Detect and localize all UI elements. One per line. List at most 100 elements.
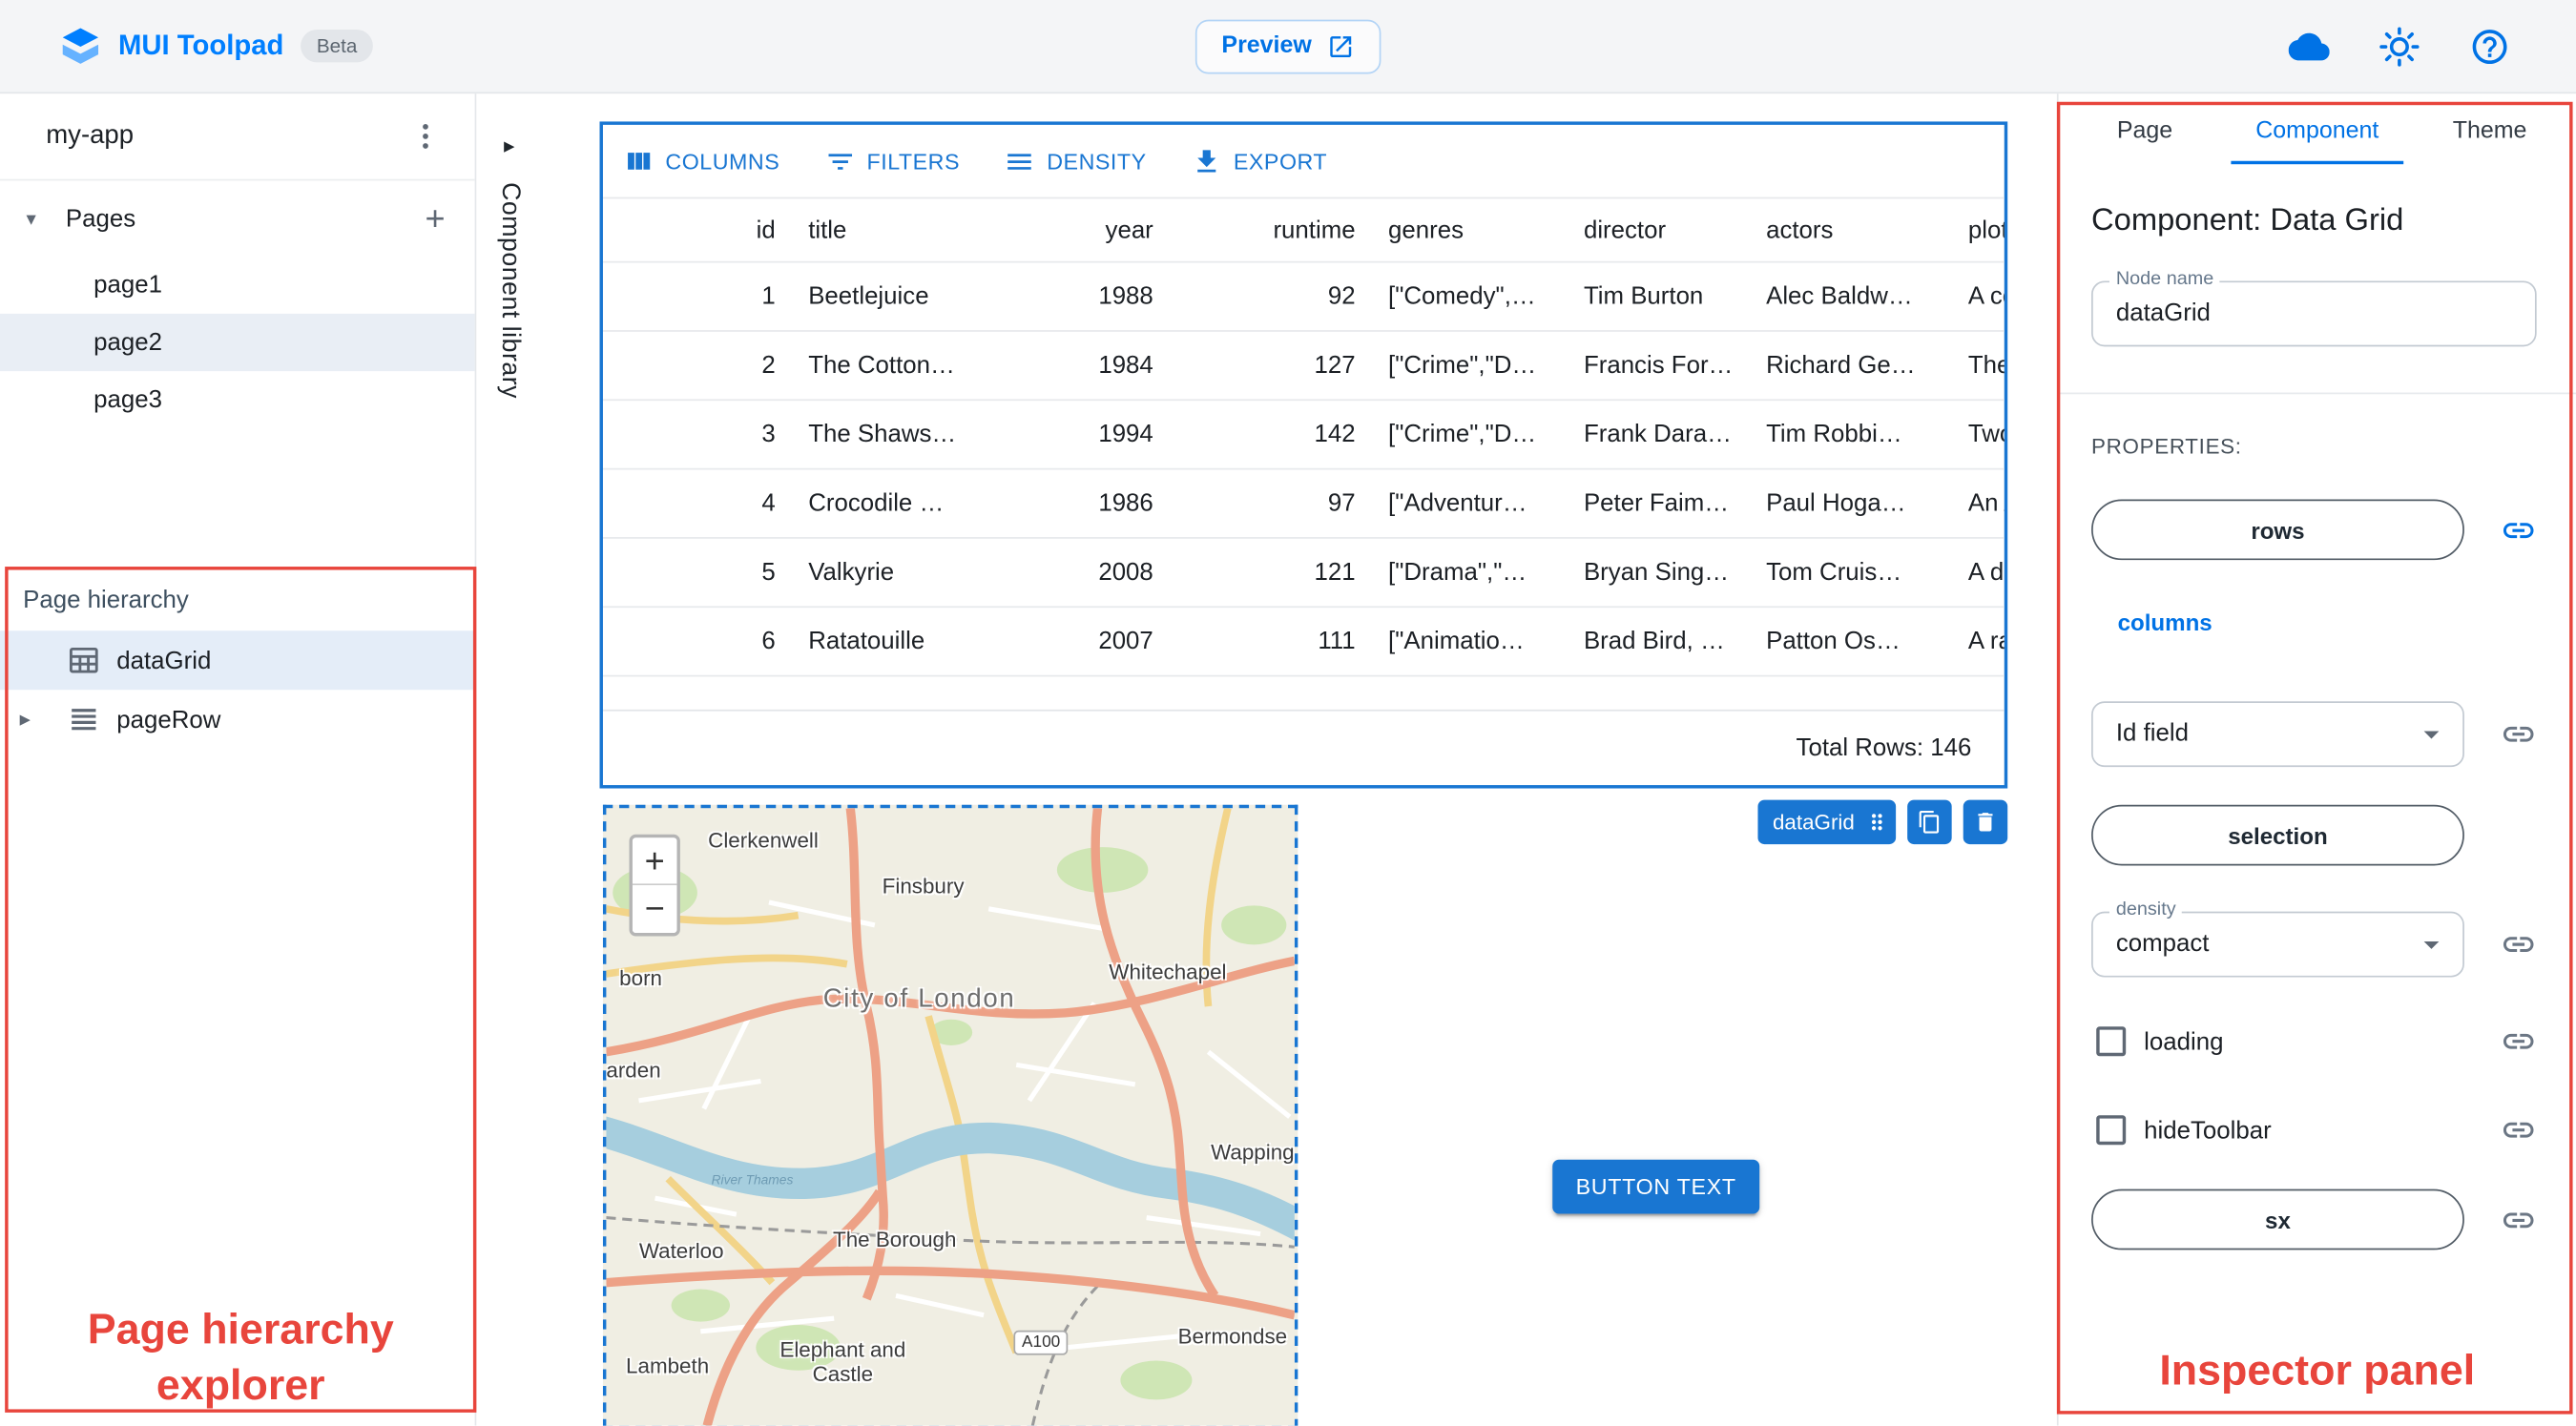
table-cell: Bryan Sing…: [1583, 558, 1730, 587]
column-header-plot[interactable]: plot: [1952, 216, 2005, 243]
table-cell: 1994: [1098, 420, 1153, 449]
table-row[interactable]: 6 Ratatouille 2007 111 ["Animatio… Brad Bird,…: [602, 608, 2005, 677]
columns-prop-link[interactable]: columns: [2118, 610, 2212, 636]
column-header-genres[interactable]: genres: [1372, 216, 1568, 243]
sidebar-item-page3[interactable]: page3: [0, 371, 475, 428]
id-field-select[interactable]: Id field: [2091, 701, 2464, 768]
theme-toggle-icon[interactable]: [2379, 26, 2420, 67]
density-icon: [1008, 153, 1032, 169]
hierarchy-item-pageRow[interactable]: ▸ pageRow: [0, 690, 476, 749]
table-cell: 4: [761, 489, 776, 518]
preview-button[interactable]: Preview: [1195, 18, 1381, 73]
zoom-in-button[interactable]: +: [632, 837, 677, 886]
loading-checkbox[interactable]: [2096, 1026, 2127, 1057]
component-library-label: Component library: [496, 182, 525, 400]
columns-button[interactable]: COLUMNS: [623, 145, 780, 176]
table-cell: Beetlejuice: [808, 282, 929, 311]
inspector-annotation: Inspector panel: [2159, 1345, 2476, 1395]
selected-component-chip[interactable]: dataGrid: [1757, 799, 1896, 845]
density-select[interactable]: density compact: [2091, 899, 2464, 978]
beta-badge: Beta: [300, 29, 374, 63]
page-hierarchy-title: Page hierarchy: [23, 586, 189, 615]
expand-panel-icon[interactable]: ▸: [504, 133, 514, 159]
bind-link-icon[interactable]: [2501, 1023, 2537, 1060]
view-column-icon: [628, 152, 651, 169]
column-header-runtime[interactable]: runtime: [1170, 216, 1372, 243]
table-row[interactable]: 3 The Shaws… 1994 142 ["Crime","D… Frank Dara…: [602, 401, 2005, 470]
table-cell: Tom Cruis…: [1766, 558, 1902, 587]
table-cell: The Cotton…: [808, 351, 955, 380]
map-label: born: [619, 965, 662, 991]
density-button[interactable]: DENSITY: [1004, 145, 1146, 176]
datagrid-icon: [66, 642, 102, 678]
mui-logo-icon: [59, 25, 102, 68]
bind-link-icon[interactable]: [2501, 1202, 2537, 1238]
table-row[interactable]: 4 Crocodile … 1986 97 ["Adventur… Peter Faim……: [602, 469, 2005, 539]
table-cell: 97: [1327, 489, 1356, 518]
zoom-out-button[interactable]: −: [632, 885, 677, 934]
more-vert-icon[interactable]: [409, 120, 442, 153]
column-header-title[interactable]: title: [792, 216, 1006, 243]
loading-label: loading: [2144, 1027, 2224, 1056]
add-page-button[interactable]: +: [426, 201, 446, 236]
table-row[interactable]: 1 Beetlejuice 1988 92 ["Comedy",… Tim Burton A…: [602, 263, 2005, 332]
column-header-year[interactable]: year: [1006, 216, 1170, 243]
selection-prop-button[interactable]: selection: [2091, 804, 2464, 866]
table-row[interactable]: 2 The Cotton… 1984 127 ["Crime","D… Francis F…: [602, 332, 2005, 402]
table-cell: 92: [1327, 282, 1356, 311]
hierarchy-item-dataGrid[interactable]: dataGrid: [0, 630, 477, 691]
bind-link-icon[interactable]: [2501, 716, 2537, 753]
table-cell: Peter Faim…: [1583, 489, 1730, 518]
inspector-body: Component: Data Grid Node name dataGrid …: [2058, 204, 2576, 1250]
chevron-right-icon[interactable]: ▸: [20, 706, 66, 733]
sx-prop-button[interactable]: sx: [2091, 1188, 2464, 1250]
map-component[interactable]: Clerkenwell Finsbury Whitechapel City of Lo…: [602, 804, 1298, 1426]
sidebar-item-page2[interactable]: page2: [0, 313, 475, 372]
bind-link-icon[interactable]: [2501, 926, 2537, 962]
inspector-panel: Page Component Theme Component: Data Grid …: [2056, 93, 2576, 1426]
selection-toolbar: dataGrid: [1757, 799, 2007, 845]
column-header-id[interactable]: id: [603, 216, 792, 243]
table-cell: 1: [761, 282, 776, 311]
filters-button[interactable]: FILTERS: [824, 145, 960, 176]
drag-handle-icon[interactable]: [1864, 810, 1889, 835]
table-row[interactable]: 5 Valkyrie 2008 121 ["Drama","… Bryan Sing… To…: [602, 539, 2005, 609]
table-cell: 1984: [1098, 351, 1153, 380]
app-name-row: my-app: [0, 93, 475, 181]
sidebar-item-page1[interactable]: page1: [0, 257, 475, 314]
dropdown-arrow-icon: [2423, 940, 2440, 949]
chevron-down-icon[interactable]: ▾: [27, 207, 56, 230]
table-cell: A co: [1967, 282, 2005, 311]
delete-button[interactable]: [1963, 799, 2007, 845]
column-header-director[interactable]: director: [1568, 216, 1750, 243]
pages-list: page1 page2 page3: [0, 257, 475, 429]
duplicate-button[interactable]: [1906, 799, 1952, 845]
table-cell: Francis For…: [1583, 351, 1734, 380]
table-cell: An A: [1967, 489, 2005, 518]
filter-list-icon: [827, 153, 852, 169]
cloud-sync-icon[interactable]: [2288, 26, 2330, 67]
selected-component-label: dataGrid: [1772, 809, 1855, 835]
export-button[interactable]: EXPORT: [1191, 145, 1327, 176]
help-icon[interactable]: [2469, 26, 2510, 67]
tab-page[interactable]: Page: [2059, 102, 2232, 164]
pages-label: Pages: [65, 204, 136, 233]
datagrid-component[interactable]: COLUMNS FILTERS DENSITY EXPORT id title ye…: [599, 121, 2008, 789]
table-cell: 1986: [1098, 489, 1153, 518]
hidetoolbar-checkbox[interactable]: [2096, 1115, 2127, 1146]
page-hierarchy-annotation: Page hierarchy explorer: [87, 1304, 394, 1410]
selection-prop-row: selection: [2091, 804, 2537, 866]
component-library-panel[interactable]: ▸ Component library: [476, 93, 543, 1426]
button-component[interactable]: BUTTON TEXT: [1552, 1159, 1760, 1214]
density-button-label: DENSITY: [1047, 148, 1147, 174]
column-header-actors[interactable]: actors: [1750, 216, 1952, 243]
datagrid-footer: Total Rows: 146: [602, 709, 2005, 785]
tab-component[interactable]: Component: [2231, 102, 2404, 165]
rows-prop-button[interactable]: rows: [2091, 499, 2464, 561]
export-button-label: EXPORT: [1233, 148, 1328, 174]
bind-link-icon[interactable]: [2501, 511, 2537, 548]
dropdown-arrow-icon: [2423, 731, 2440, 739]
node-name-field[interactable]: Node name dataGrid: [2091, 269, 2537, 347]
bind-link-icon[interactable]: [2501, 1112, 2537, 1148]
tab-theme[interactable]: Theme: [2403, 102, 2576, 164]
